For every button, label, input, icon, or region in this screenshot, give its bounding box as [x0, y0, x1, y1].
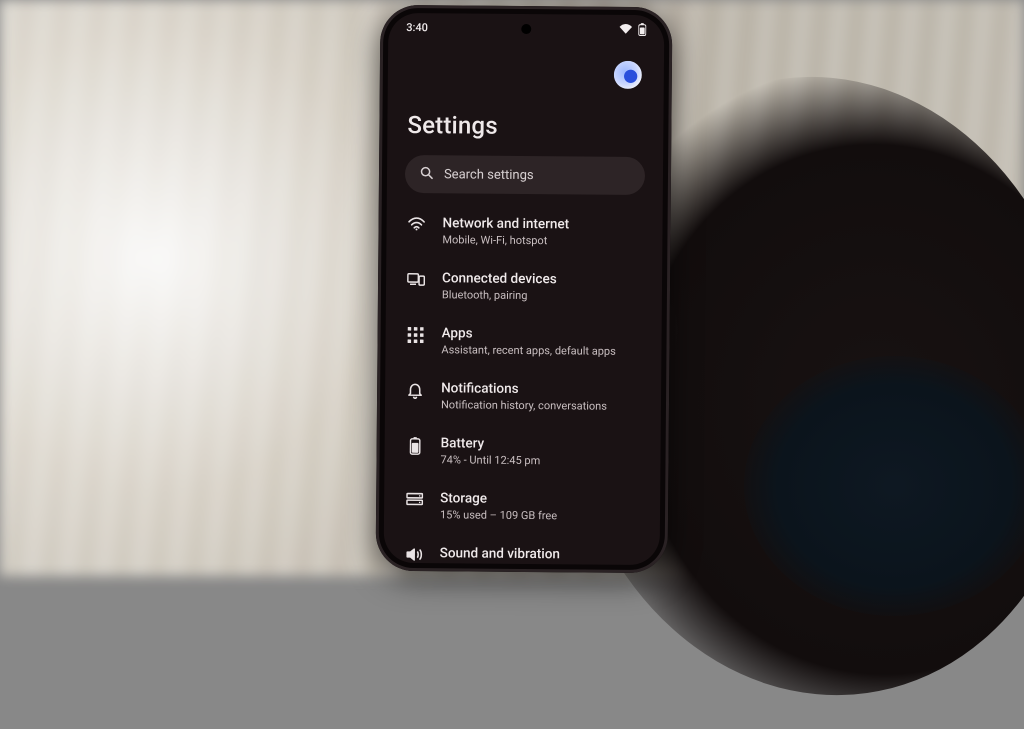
item-title: Storage [440, 490, 557, 507]
item-title: Network and internet [443, 215, 570, 232]
storage-icon [404, 492, 424, 506]
item-subtitle: Bluetooth, pairing [442, 288, 557, 302]
settings-item-notifications[interactable]: Notifications Notification history, conv… [403, 368, 643, 425]
status-time: 3:40 [406, 20, 428, 33]
item-title: Apps [442, 325, 616, 343]
search-settings[interactable]: Search settings [405, 155, 645, 195]
settings-item-apps[interactable]: Apps Assistant, recent apps, default app… [403, 313, 643, 370]
phone-screen: 3:40 Settings [384, 13, 665, 565]
item-title: Notifications [441, 380, 607, 397]
devices-icon [406, 272, 426, 286]
item-title: Connected devices [442, 270, 557, 287]
item-title: Sound and vibration [440, 545, 560, 562]
settings-item-connected-devices[interactable]: Connected devices Bluetooth, pairing [404, 258, 644, 315]
status-bar: 3:40 [388, 13, 664, 43]
sound-icon [404, 547, 424, 562]
profile-avatar[interactable] [614, 61, 642, 89]
apps-icon [406, 327, 426, 343]
wifi-icon [619, 24, 632, 34]
settings-item-battery[interactable]: Battery 74% - Until 12:45 pm [402, 423, 642, 480]
settings-item-sound[interactable]: Sound and vibration [402, 533, 642, 565]
search-icon [419, 165, 434, 184]
settings-item-network[interactable]: Network and internet Mobile, Wi-Fi, hots… [404, 203, 644, 260]
battery-icon [405, 437, 425, 455]
phone-frame: 3:40 Settings [376, 5, 673, 574]
search-placeholder: Search settings [444, 167, 534, 183]
item-subtitle: Assistant, recent apps, default apps [441, 343, 615, 358]
item-subtitle: 74% - Until 12:45 pm [440, 453, 540, 467]
item-subtitle: Notification history, conversations [441, 398, 607, 412]
page-title: Settings [407, 111, 645, 141]
item-subtitle: 15% used – 109 GB free [440, 508, 557, 522]
settings-item-storage[interactable]: Storage 15% used – 109 GB free [402, 478, 642, 535]
item-subtitle: Mobile, Wi-Fi, hotspot [442, 233, 569, 247]
battery-icon [638, 22, 646, 35]
bell-icon [405, 382, 425, 399]
settings-list: Network and internet Mobile, Wi-Fi, hots… [402, 203, 645, 565]
item-title: Battery [441, 435, 541, 452]
wifi-icon [407, 217, 427, 231]
